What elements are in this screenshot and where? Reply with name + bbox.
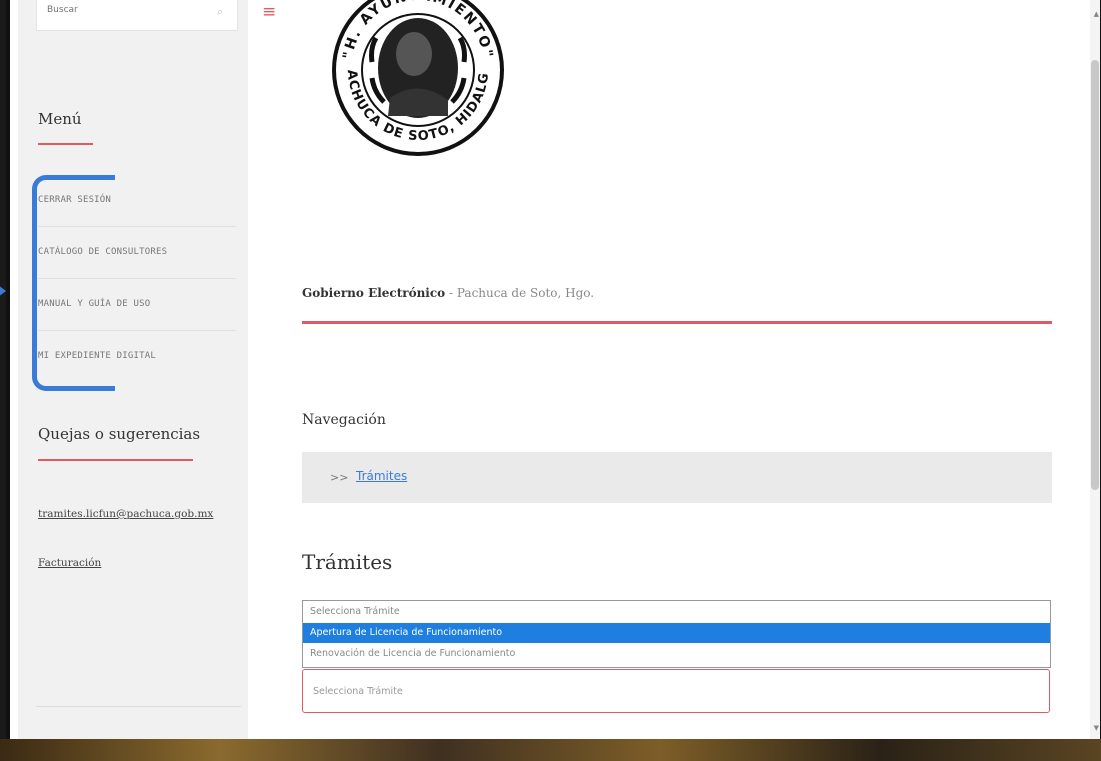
sidebar-divider xyxy=(36,706,241,707)
sidebar: ⌕ Menú CERRAR SESIÓN CATÁLOGO DE CONSULT… xyxy=(18,0,248,739)
scroll-up-arrow-icon[interactable]: ▲ xyxy=(1094,10,1099,18)
navigation-title: Navegación xyxy=(302,412,386,428)
site-title-separator: - xyxy=(445,286,457,300)
sidebar-item-expediente-digital[interactable]: MI EXPEDIENTE DIGITAL xyxy=(38,331,236,382)
email-link[interactable]: tramites.licfun@pachuca.gob.mx xyxy=(38,508,213,520)
facturacion-link[interactable]: Facturación xyxy=(38,557,101,569)
browser-viewport: ⌕ Menú CERRAR SESIÓN CATÁLOGO DE CONSULT… xyxy=(6,0,1101,739)
complaints-title: Quejas o sugerencias xyxy=(38,425,201,443)
dropdown-option-placeholder[interactable]: Selecciona Trámite xyxy=(303,602,1050,622)
header-divider xyxy=(302,321,1052,324)
taskbar-strip xyxy=(0,739,1101,761)
sidebar-item-cerrar-sesion[interactable]: CERRAR SESIÓN xyxy=(38,175,236,227)
annotation-arrow-icon xyxy=(0,285,6,297)
hamburger-menu-icon[interactable]: ≡ xyxy=(262,2,278,22)
menu-title-underline xyxy=(38,143,93,145)
site-title: Gobierno Electrónico xyxy=(302,286,446,300)
sidebar-item-catalogo-consultores[interactable]: CATÁLOGO DE CONSULTORES xyxy=(38,227,236,279)
breadcrumb-separator: >> xyxy=(330,471,349,484)
municipal-seal-logo: "H. AYUNTAMIENTO" PACHUCA DE SOTO, HIDAL… xyxy=(330,0,504,156)
sidebar-item-manual-guia[interactable]: MANUAL Y GUÍA DE USO xyxy=(38,279,236,331)
dropdown-option-apertura[interactable]: Apertura de Licencia de Funcionamiento xyxy=(303,623,1050,643)
page-scrollbar[interactable]: ▲ ▼ xyxy=(1090,0,1100,739)
site-header: Gobierno Electrónico - Pachuca de Soto, … xyxy=(302,286,594,300)
breadcrumb: >> Trámites xyxy=(302,452,1052,503)
complaints-title-underline xyxy=(38,459,193,461)
tramites-title: Trámites xyxy=(302,550,393,574)
scrollbar-thumb[interactable] xyxy=(1091,60,1099,490)
search-input[interactable] xyxy=(45,4,199,16)
tramites-select[interactable]: Selecciona Trámite xyxy=(302,669,1050,713)
breadcrumb-tramites-link[interactable]: Trámites xyxy=(356,469,407,483)
dropdown-option-renovacion[interactable]: Renovación de Licencia de Funcionamiento xyxy=(303,644,1050,664)
search-icon[interactable]: ⌕ xyxy=(217,5,229,18)
site-subtitle: Pachuca de Soto, Hgo. xyxy=(456,286,595,300)
menu-title: Menú xyxy=(38,110,82,128)
search-box[interactable]: ⌕ xyxy=(36,0,238,31)
scroll-down-arrow-icon[interactable]: ▼ xyxy=(1094,724,1099,732)
tramites-dropdown-list[interactable]: Selecciona Trámite Apertura de Licencia … xyxy=(302,600,1051,668)
